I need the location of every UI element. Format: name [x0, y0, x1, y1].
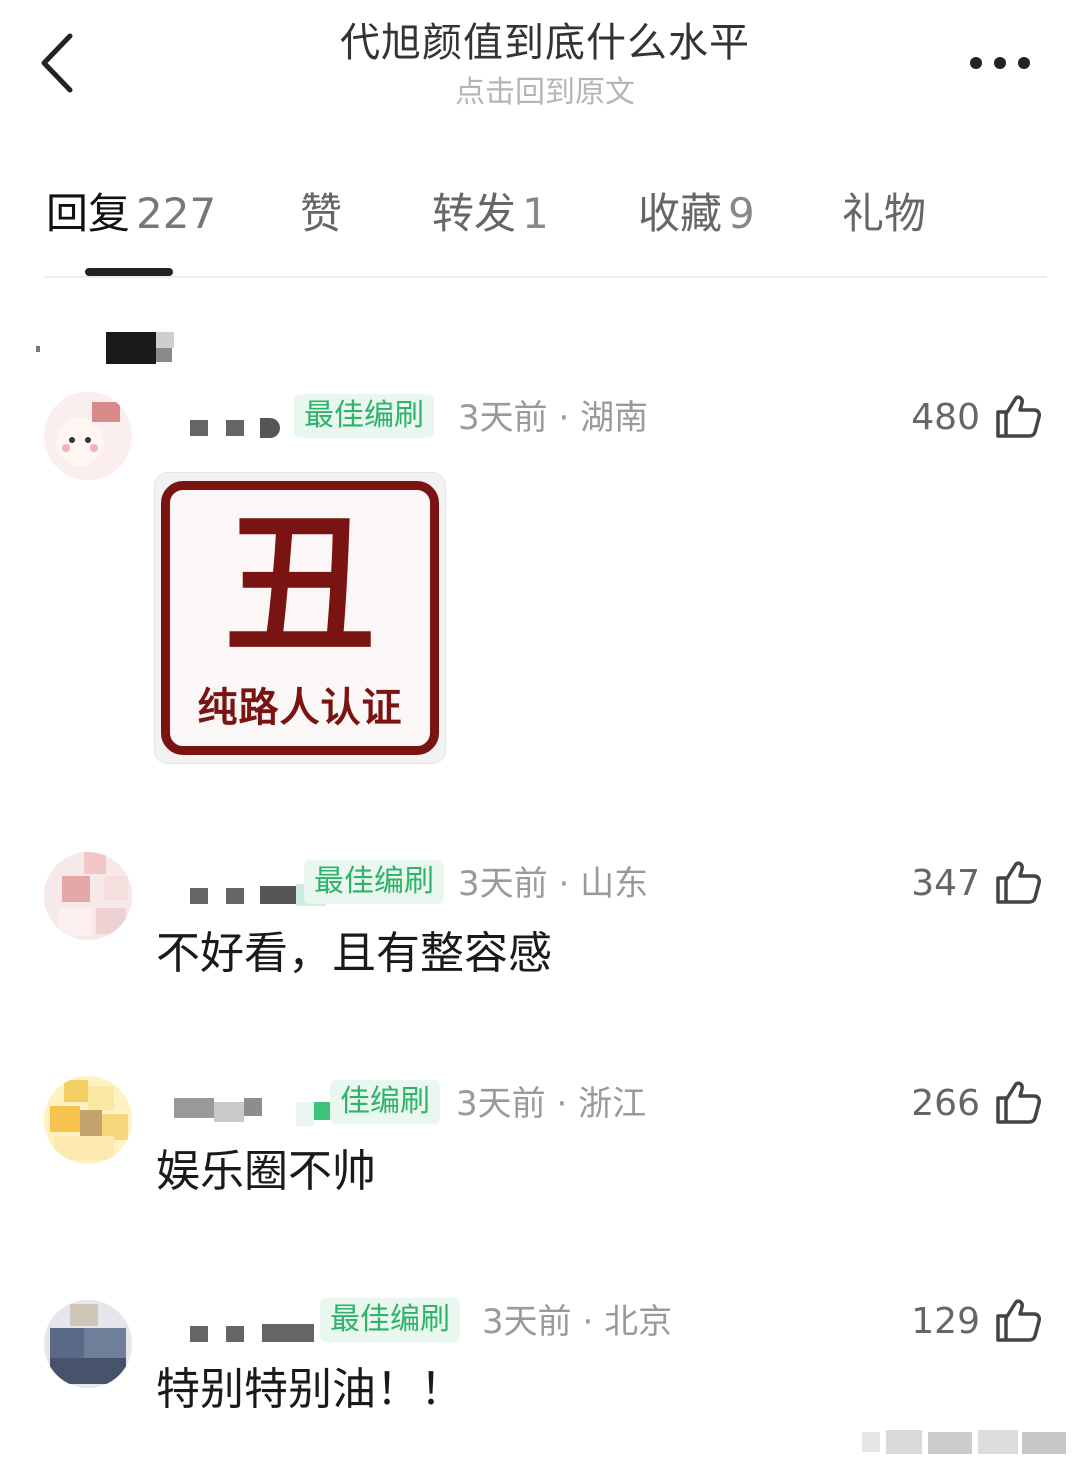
avatar-image-icon — [44, 392, 132, 480]
avatar[interactable] — [44, 392, 132, 480]
thumbs-up-icon — [996, 395, 1041, 438]
sort-option-pixelated[interactable] — [36, 328, 176, 364]
like-button[interactable] — [994, 1078, 1042, 1126]
comment-location: 山东 — [580, 864, 649, 904]
like-count: 480 — [911, 397, 980, 438]
comment-image[interactable]: 丑 纯路人认证 — [154, 472, 446, 764]
stamp-caption: 纯路人认证 — [197, 684, 403, 731]
like-button[interactable] — [994, 392, 1042, 440]
like-button[interactable] — [994, 1296, 1042, 1344]
back-to-original-link[interactable]: 点击回到原文 — [200, 70, 890, 116]
tab-replies[interactable]: 回复 227 — [46, 186, 216, 242]
comment-meta: 3天前 · 湖南 — [458, 398, 649, 438]
comment-text: 不好看，且有整容感 — [156, 928, 552, 979]
like-button[interactable] — [994, 858, 1042, 906]
back-arrow-icon — [41, 33, 73, 93]
best-comment-badge: 最佳编刷 — [304, 860, 444, 904]
tab-label: 收藏 — [638, 189, 723, 238]
comment-text: 特别特别油！！ — [156, 1364, 464, 1415]
top-bar: 代旭颜值到底什么水平 点击回到原文 — [0, 0, 1080, 130]
tab-label: 回复 — [46, 189, 131, 238]
comment-time: 3天前 — [482, 1302, 572, 1342]
tab-label: 赞 — [300, 189, 343, 238]
comment-location: 湖南 — [580, 398, 649, 438]
thumbs-up-icon — [996, 861, 1041, 904]
like-count: 129 — [911, 1301, 980, 1342]
best-comment-badge: 佳编刷 — [330, 1080, 440, 1124]
avatar-image-icon — [44, 1300, 132, 1388]
comment-time: 3天前 — [456, 1084, 546, 1124]
avatar[interactable] — [44, 1300, 132, 1388]
more-options-button[interactable] — [962, 46, 1038, 80]
tab-count: 9 — [728, 189, 755, 238]
username-pixelated[interactable] — [174, 1096, 340, 1126]
avatar-image-icon — [44, 852, 132, 940]
tab-gifts[interactable]: 礼物 — [842, 186, 926, 242]
comment-text: 娱乐圈不帅 — [156, 1146, 376, 1197]
avatar[interactable] — [44, 1076, 132, 1164]
back-button[interactable] — [30, 28, 90, 98]
like-count: 347 — [911, 863, 980, 904]
thumbs-up-icon — [996, 1081, 1041, 1124]
username-pixelated[interactable] — [190, 1322, 316, 1352]
tab-reposts[interactable]: 转发 1 — [432, 186, 549, 242]
watermark-pixelated — [862, 1430, 1072, 1456]
thumbs-up-icon — [996, 1299, 1041, 1342]
more-dots-icon — [1018, 57, 1030, 69]
stamp-character: 丑 — [224, 497, 375, 673]
tab-count: 227 — [136, 189, 217, 238]
comment-meta: 3天前 · 北京 — [482, 1302, 673, 1342]
comment-meta: 3天前 · 山东 — [458, 864, 649, 904]
more-dots-icon — [970, 57, 982, 69]
best-comment-badge: 最佳编刷 — [320, 1298, 460, 1342]
tab-label: 转发 — [432, 189, 517, 238]
best-comment-badge: 最佳编刷 — [294, 394, 434, 438]
post-title: 代旭颜值到底什么水平 — [340, 20, 750, 66]
avatar[interactable] — [44, 852, 132, 940]
active-tab-indicator — [85, 268, 173, 276]
avatar-image-icon — [44, 1076, 132, 1164]
tab-label: 礼物 — [842, 189, 927, 238]
more-dots-icon — [994, 57, 1006, 69]
seal-stamp: 丑 纯路人认证 — [161, 481, 439, 755]
like-count: 266 — [911, 1083, 980, 1124]
comment-location: 浙江 — [578, 1084, 647, 1124]
tab-count: 1 — [522, 189, 549, 238]
comment-time: 3天前 — [458, 864, 548, 904]
username-pixelated[interactable] — [190, 416, 286, 446]
tab-favorites[interactable]: 收藏 9 — [638, 186, 755, 242]
tab-likes[interactable]: 赞 — [300, 186, 342, 242]
comment-location: 北京 — [604, 1302, 673, 1342]
comment-meta: 3天前 · 浙江 — [456, 1084, 647, 1124]
comment-time: 3天前 — [458, 398, 548, 438]
title-block[interactable]: 代旭颜值到底什么水平 点击回到原文 — [200, 18, 890, 116]
tab-bar: 回复 227 赞 转发 1 收藏 9 礼物 — [44, 180, 1047, 278]
